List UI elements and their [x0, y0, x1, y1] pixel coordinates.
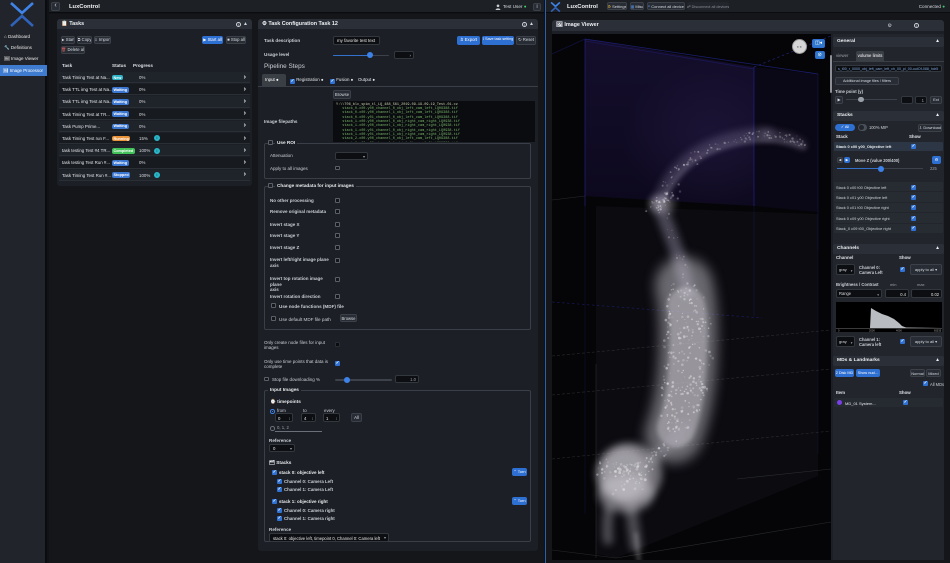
- svg-text:2000: 2000: [869, 329, 875, 332]
- svg-text:4000: 4000: [896, 329, 902, 332]
- svg-text:65535: 65535: [934, 329, 942, 332]
